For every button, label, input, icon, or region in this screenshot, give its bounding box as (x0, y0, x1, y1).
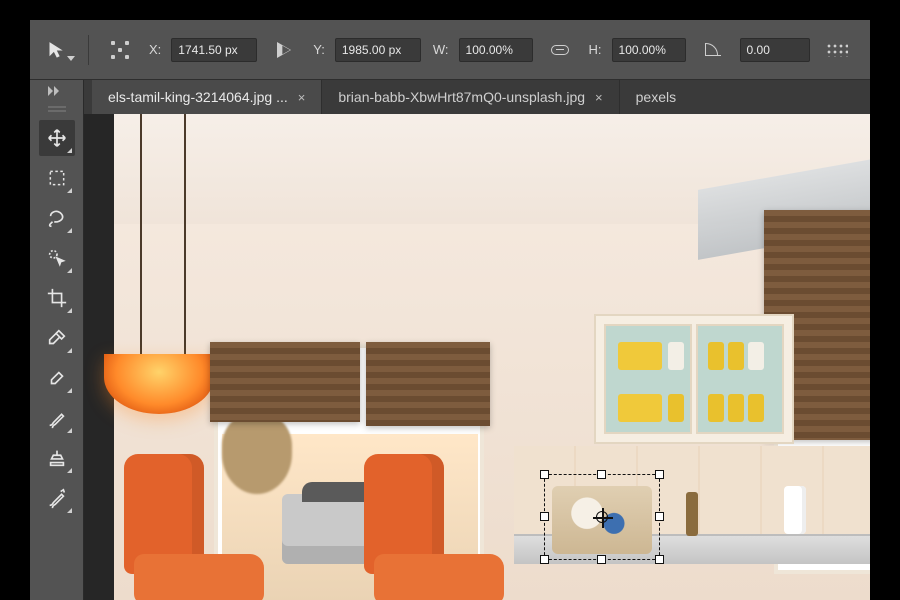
x-value: 1741.50 px (178, 43, 237, 57)
x-label: X: (149, 42, 161, 57)
brush-tool[interactable] (39, 400, 75, 436)
w-label: W: (433, 42, 449, 57)
document-tabs: els-tamil-king-3214064.jpg ... × brian-b… (84, 80, 870, 114)
image-content (124, 484, 244, 600)
transform-handle[interactable] (655, 512, 664, 521)
y-label: Y: (313, 42, 325, 57)
transform-handle[interactable] (597, 555, 606, 564)
photoshop-window: X: 1741.50 px Y: 1985.00 px W: 100.00% H… (30, 20, 870, 600)
angle-value: 0.00 (747, 43, 770, 57)
image-content (140, 114, 142, 374)
h-label: H: (589, 42, 602, 57)
eyedropper-tool[interactable] (39, 320, 75, 356)
transform-center-icon[interactable] (596, 511, 608, 523)
lasso-tool[interactable] (39, 200, 75, 236)
quick-selection-tool[interactable] (39, 240, 75, 276)
tools-panel (30, 114, 84, 600)
options-bar: X: 1741.50 px Y: 1985.00 px W: 100.00% H… (30, 20, 870, 80)
transform-cursor-icon[interactable] (40, 36, 74, 64)
y-value: 1985.00 px (342, 43, 401, 57)
clone-stamp-tool[interactable] (39, 440, 75, 476)
patch-tool[interactable] (39, 360, 75, 396)
image-content (222, 414, 292, 494)
crop-tool[interactable] (39, 280, 75, 316)
image-content (784, 486, 806, 534)
delta-icon[interactable] (267, 36, 301, 64)
reference-point-icon[interactable] (103, 36, 137, 64)
document-tab[interactable]: pexels (620, 80, 692, 114)
tab-label: pexels (636, 89, 676, 105)
w-field[interactable]: 100.00% (459, 38, 533, 62)
angle-icon[interactable] (696, 36, 730, 64)
document-tabs-strip: els-tamil-king-3214064.jpg ... × brian-b… (30, 80, 870, 114)
separator (88, 35, 89, 65)
canvas-area[interactable] (84, 114, 870, 600)
x-field[interactable]: 1741.50 px (171, 38, 257, 62)
link-wh-icon[interactable] (543, 36, 577, 64)
image-content (184, 114, 186, 374)
marquee-tool[interactable] (39, 160, 75, 196)
collapse-panels-button[interactable] (30, 80, 84, 114)
close-icon[interactable]: × (298, 90, 306, 105)
h-field[interactable]: 100.00% (612, 38, 686, 62)
image-content (366, 342, 490, 426)
y-field[interactable]: 1985.00 px (335, 38, 421, 62)
move-tool[interactable] (39, 120, 75, 156)
transform-handle[interactable] (655, 470, 664, 479)
transform-handle[interactable] (655, 555, 664, 564)
document-tab[interactable]: brian-babb-XbwHrt87mQ0-unsplash.jpg × (322, 80, 619, 114)
w-value: 100.00% (466, 43, 513, 57)
transform-handle[interactable] (597, 470, 606, 479)
angle-field[interactable]: 0.00 (740, 38, 810, 62)
interpolation-icon[interactable] (820, 36, 854, 64)
document-tab[interactable]: els-tamil-king-3214064.jpg ... × (92, 80, 322, 114)
image-content (594, 314, 794, 444)
document-canvas[interactable] (114, 114, 870, 600)
history-brush-tool[interactable] (39, 480, 75, 516)
transform-bounding-box[interactable] (544, 474, 660, 560)
transform-handle[interactable] (540, 512, 549, 521)
workspace (30, 114, 870, 600)
transform-handle[interactable] (540, 470, 549, 479)
image-content (364, 484, 484, 600)
image-content (686, 492, 698, 536)
image-content (210, 342, 360, 422)
close-icon[interactable]: × (595, 90, 603, 105)
tab-label: brian-babb-XbwHrt87mQ0-unsplash.jpg (338, 89, 585, 105)
tab-label: els-tamil-king-3214064.jpg ... (108, 89, 288, 105)
transform-handle[interactable] (540, 555, 549, 564)
h-value: 100.00% (619, 43, 666, 57)
